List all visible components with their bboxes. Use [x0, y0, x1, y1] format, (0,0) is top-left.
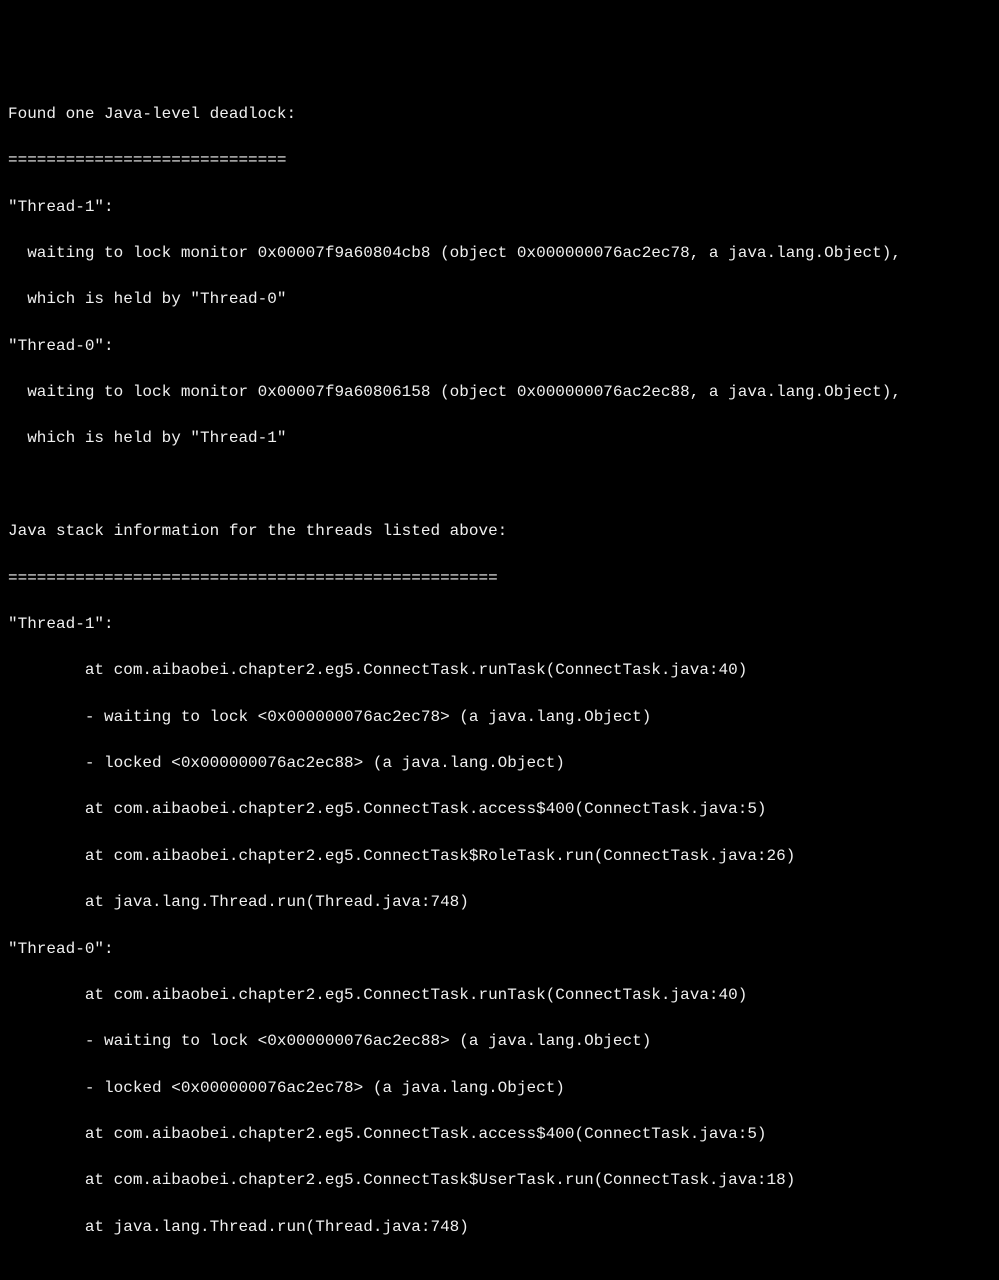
- separator: ========================================…: [8, 567, 991, 590]
- blank-line: [8, 474, 991, 497]
- blank-line: [8, 1262, 991, 1280]
- stack-frame: - waiting to lock <0x000000076ac2ec88> (…: [8, 1030, 991, 1053]
- thread-label: "Thread-1":: [8, 613, 991, 636]
- stack-frame: at java.lang.Thread.run(Thread.java:748): [8, 1216, 991, 1239]
- stack-frame: - locked <0x000000076ac2ec78> (a java.la…: [8, 1077, 991, 1100]
- stack-frame: at com.aibaobei.chapter2.eg5.ConnectTask…: [8, 659, 991, 682]
- stack-frame: at com.aibaobei.chapter2.eg5.ConnectTask…: [8, 845, 991, 868]
- thread-label: "Thread-0":: [8, 938, 991, 961]
- thread-waiting-line: waiting to lock monitor 0x00007f9a608061…: [8, 381, 991, 404]
- thread-held-by-line: which is held by "Thread-1": [8, 427, 991, 450]
- thread-waiting-line: waiting to lock monitor 0x00007f9a60804c…: [8, 242, 991, 265]
- thread-label: "Thread-1":: [8, 196, 991, 219]
- thread-held-by-line: which is held by "Thread-0": [8, 288, 991, 311]
- stack-frame: at com.aibaobei.chapter2.eg5.ConnectTask…: [8, 798, 991, 821]
- stack-frame: at com.aibaobei.chapter2.eg5.ConnectTask…: [8, 1169, 991, 1192]
- thread-label: "Thread-0":: [8, 335, 991, 358]
- deadlock-header: Found one Java-level deadlock:: [8, 103, 991, 126]
- stack-frame: at java.lang.Thread.run(Thread.java:748): [8, 891, 991, 914]
- stack-frame: at com.aibaobei.chapter2.eg5.ConnectTask…: [8, 1123, 991, 1146]
- stack-frame: at com.aibaobei.chapter2.eg5.ConnectTask…: [8, 984, 991, 1007]
- stack-info-header: Java stack information for the threads l…: [8, 520, 991, 543]
- separator: =============================: [8, 149, 991, 172]
- stack-frame: - waiting to lock <0x000000076ac2ec78> (…: [8, 706, 991, 729]
- stack-frame: - locked <0x000000076ac2ec88> (a java.la…: [8, 752, 991, 775]
